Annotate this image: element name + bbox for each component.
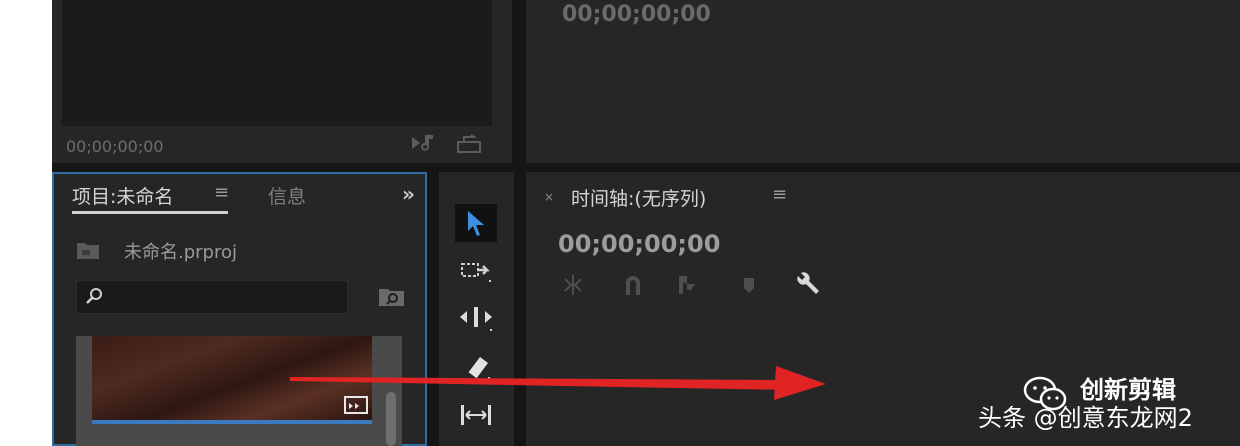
add-marker-icon[interactable] — [736, 272, 762, 298]
active-tab-underline — [72, 211, 228, 214]
tab-project[interactable]: 项目:未命名 — [72, 182, 173, 209]
tab-info[interactable]: 信息 — [268, 182, 306, 209]
project-file-name: 未命名.prproj — [124, 242, 237, 263]
find-in-bin-icon[interactable] — [378, 286, 406, 308]
timeline-timecode[interactable]: 00;00;00;00 — [558, 230, 720, 258]
program-timecode[interactable]: 00;00;00;00 — [562, 2, 711, 27]
annotation-arrow — [290, 366, 826, 400]
linked-selection-icon[interactable] — [674, 272, 700, 298]
panel-divider-vertical[interactable] — [427, 172, 439, 446]
more-panels-icon[interactable]: » — [402, 182, 415, 206]
project-panel-menu-icon[interactable]: ≡ — [214, 182, 229, 203]
search-input[interactable] — [76, 280, 348, 314]
source-monitor-screen — [62, 0, 492, 126]
track-select-tool-icon[interactable] — [455, 252, 497, 290]
timeline-title[interactable]: 时间轴:(无序列) — [571, 184, 706, 211]
thumbnail-progress-bar — [92, 420, 372, 424]
panel-divider-horizontal[interactable] — [52, 163, 1240, 172]
ripple-edit-tool-icon[interactable] — [455, 300, 497, 338]
page-margin — [0, 0, 52, 446]
watermark-handle: 头条 @创意东龙网2 — [978, 404, 1193, 432]
settings-wrench-icon[interactable] — [794, 272, 820, 298]
nest-icon[interactable] — [560, 272, 586, 298]
project-folder-icon — [76, 240, 100, 260]
selection-tool-icon[interactable] — [455, 204, 497, 242]
timeline-menu-icon[interactable]: ≡ — [772, 184, 787, 205]
export-frame-icon[interactable] — [456, 134, 482, 159]
snap-icon[interactable] — [620, 272, 646, 298]
audio-export-icon[interactable] — [410, 134, 436, 157]
search-icon — [84, 286, 104, 306]
close-panel-icon[interactable]: × — [544, 190, 554, 204]
source-timecode[interactable]: 00;00;00;00 — [66, 137, 164, 156]
